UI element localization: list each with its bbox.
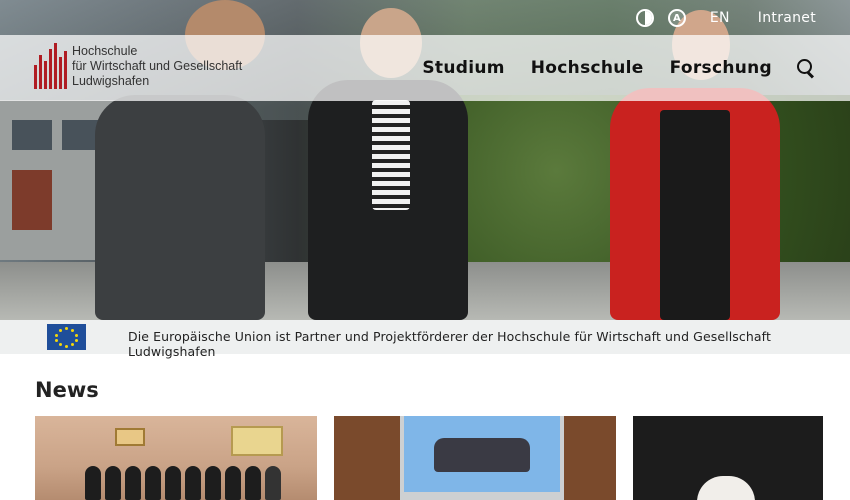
intranet-link[interactable]: Intranet <box>758 10 816 26</box>
nav-item-studium[interactable]: Studium <box>422 58 504 78</box>
hero-striped-shirt <box>372 100 410 210</box>
news-card-2[interactable] <box>334 416 616 500</box>
logo-line-3: Ludwigshafen <box>72 73 150 88</box>
nav-item-forschung[interactable]: Forschung <box>670 58 772 78</box>
logo-line-1: Hochschule <box>72 43 138 58</box>
projected-image <box>404 416 560 492</box>
logo-mark-icon <box>34 43 67 89</box>
utility-bar: A EN Intranet <box>635 6 850 30</box>
lucky-cat-figure <box>697 476 755 500</box>
eu-banner: Die Europäische Union ist Partner und Pr… <box>0 320 850 359</box>
hero-person-right-top <box>660 110 730 320</box>
eu-flag-icon <box>47 324 86 350</box>
projected-group <box>434 438 530 472</box>
contrast-icon[interactable] <box>635 9 654 27</box>
nav-item-hochschule[interactable]: Hochschule <box>531 58 644 78</box>
news-heading: News <box>35 378 99 402</box>
nav-items: Studium Hochschule Forschung <box>422 35 816 101</box>
language-switch[interactable]: EN <box>710 10 730 26</box>
wall-picture <box>231 426 283 456</box>
news-card-3[interactable] <box>633 416 823 500</box>
hero-image: A EN Intranet Hochschule für Wirtschaft … <box>0 0 850 320</box>
hero-person-left <box>95 95 265 320</box>
text-size-icon[interactable]: A <box>667 9 686 27</box>
site-logo[interactable]: Hochschule für Wirtschaft und Gesellscha… <box>34 43 242 89</box>
group-photo <box>85 456 315 500</box>
logo-text: Hochschule für Wirtschaft und Gesellscha… <box>72 44 242 89</box>
eu-banner-text: Die Europäische Union ist Partner und Pr… <box>128 329 771 359</box>
wall-frame <box>115 428 145 446</box>
news-card-1[interactable] <box>35 416 317 500</box>
logo-line-2: für Wirtschaft und Gesellschaft <box>72 58 243 73</box>
projection-screen <box>400 416 564 500</box>
main-navbar: Hochschule für Wirtschaft und Gesellscha… <box>0 35 850 101</box>
search-icon[interactable] <box>796 58 816 78</box>
